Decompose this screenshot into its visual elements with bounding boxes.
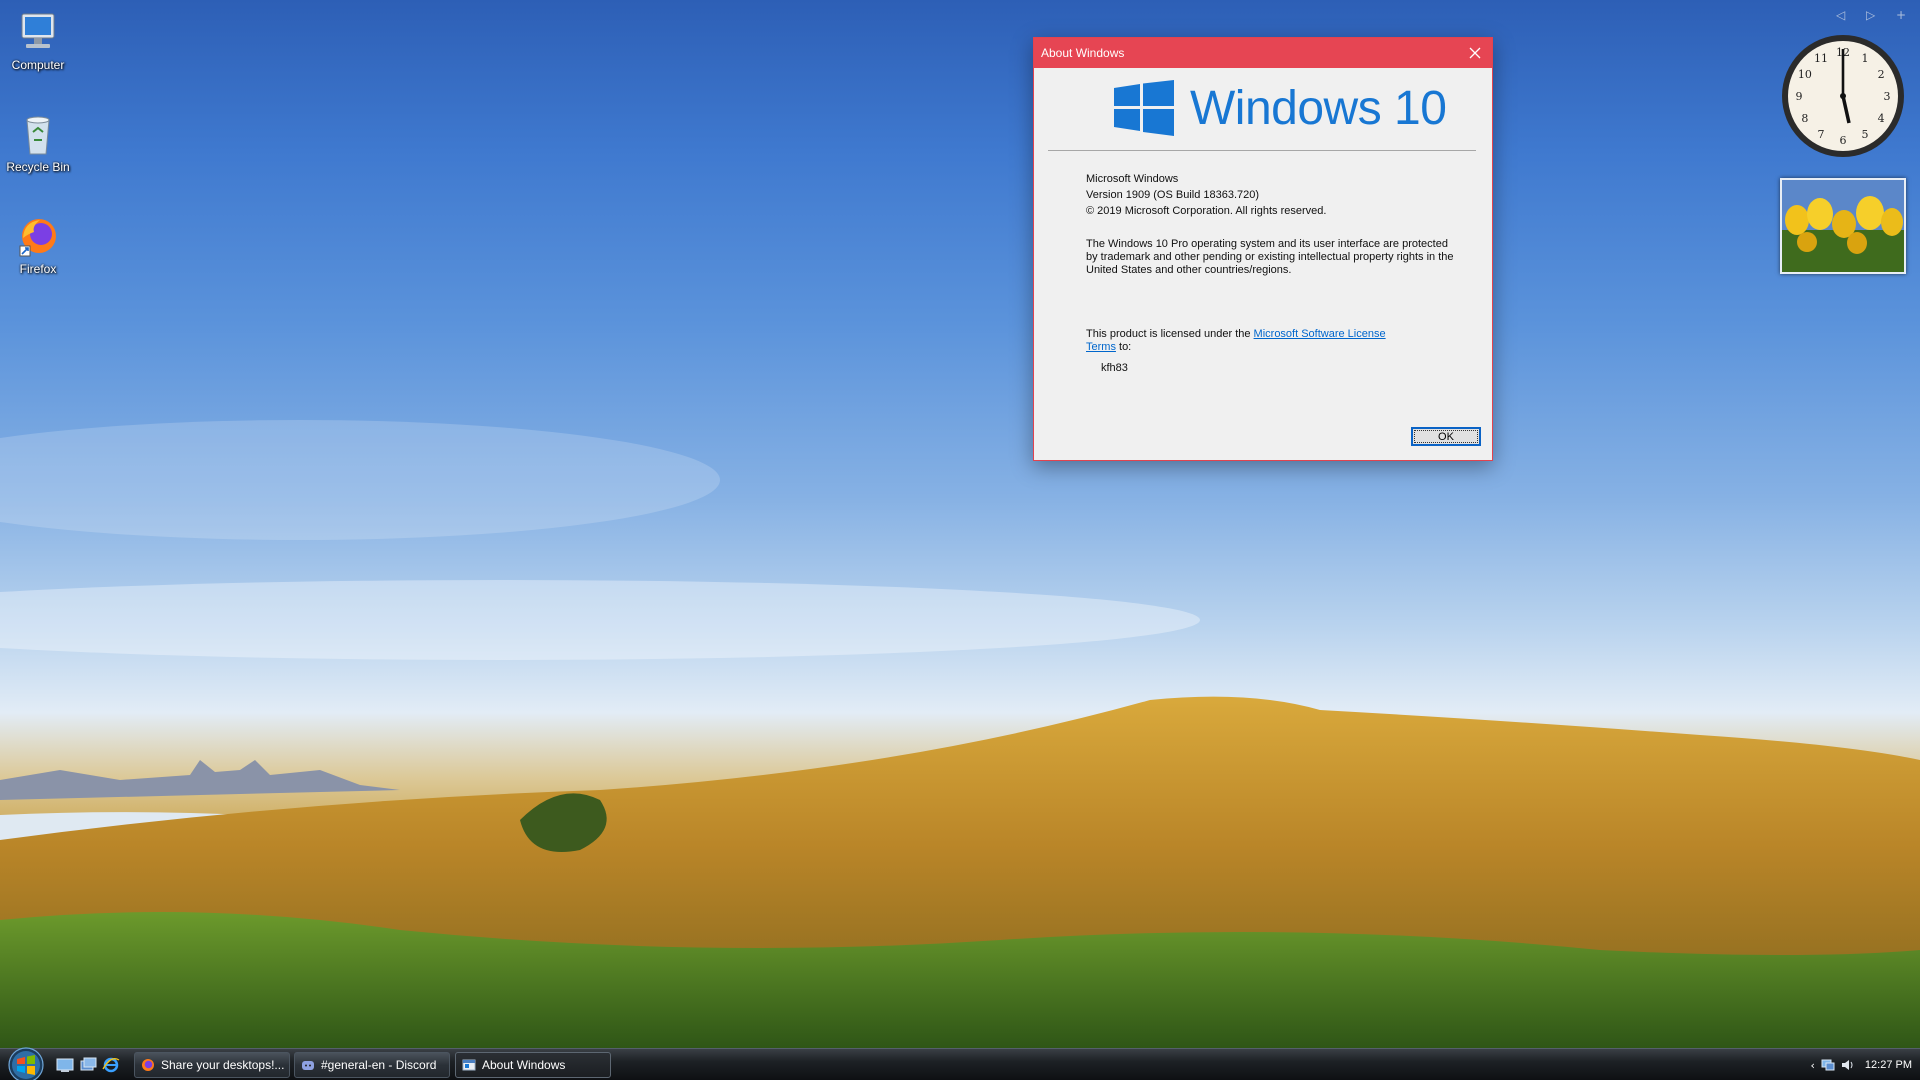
show-desktop-icon[interactable]	[56, 1057, 74, 1073]
computer-icon	[21, 13, 55, 48]
windows-10-wordmark: Windows 10	[1190, 81, 1447, 135]
clock-numeral: 10	[1798, 68, 1812, 81]
desktop-icon-recycle-bin[interactable]: Recycle Bin	[4, 110, 72, 174]
clock-numeral: 1	[1862, 52, 1869, 65]
clock-numeral: 7	[1818, 128, 1825, 141]
desktop-icon-label: Computer	[11, 58, 65, 72]
product-name: Microsoft Windows	[1086, 173, 1179, 185]
desktop-icon-label: Recycle Bin	[6, 160, 70, 174]
taskbar-button-label: #general-en - Discord	[321, 1058, 437, 1072]
wallpaper	[0, 420, 1920, 1050]
volume-icon[interactable]	[1841, 1058, 1855, 1072]
network-icon[interactable]	[1821, 1058, 1835, 1072]
desktop-icon-firefox[interactable]: Firefox	[4, 212, 72, 276]
firefox-icon	[19, 219, 56, 257]
window-icon	[462, 1059, 476, 1071]
close-icon	[1469, 47, 1481, 59]
taskbar: Share your desktops!... #general-en - Di…	[0, 1045, 1920, 1080]
windows-logo-icon	[1114, 80, 1174, 136]
start-button[interactable]	[6, 1045, 46, 1080]
clock-numeral: 11	[1814, 52, 1828, 65]
recycle-bin-icon	[26, 116, 50, 155]
version-info: Version 1909 (OS Build 18363.720)	[1086, 189, 1260, 201]
clock-numeral: 5	[1862, 128, 1869, 141]
license-prefix: This product is licensed under the	[1086, 328, 1254, 340]
desktop-icon-label: Firefox	[19, 262, 57, 276]
next-gadget-icon[interactable]: ▷	[1866, 8, 1875, 22]
dialog-titlebar[interactable]: About Windows	[1034, 38, 1492, 68]
desktop: Computer Recycle Bin Firefox ◁ ▷ + 12123…	[0, 0, 1920, 1080]
ok-button[interactable]: OK	[1411, 427, 1481, 446]
system-tray: ‹ 12:27 PM	[1800, 1049, 1920, 1080]
desktop-icon-computer[interactable]: Computer	[4, 8, 72, 72]
previous-gadget-icon[interactable]: ◁	[1836, 8, 1845, 22]
taskbar-button-label: About Windows	[482, 1058, 566, 1072]
close-button[interactable]	[1458, 38, 1492, 68]
windows-logo-block: Windows 10	[1114, 80, 1447, 136]
legal-notice: The Windows 10 Pro operating system and …	[1086, 238, 1454, 276]
taskbar-button-firefox[interactable]: Share your desktops!...	[134, 1052, 290, 1078]
licensee-name: kfh83	[1101, 362, 1128, 374]
firefox-icon	[142, 1059, 154, 1071]
switch-windows-icon[interactable]	[79, 1057, 97, 1073]
discord-icon	[302, 1061, 314, 1070]
show-hidden-icons-chevron-icon[interactable]: ‹	[1811, 1059, 1815, 1072]
clock-numeral: 8	[1801, 112, 1808, 125]
clock-gadget[interactable]: 121234567891011	[1780, 33, 1906, 159]
taskbar-button-label: Share your desktops!...	[161, 1058, 285, 1072]
slideshow-gadget[interactable]	[1780, 178, 1906, 274]
internet-explorer-icon[interactable]	[102, 1057, 120, 1073]
dialog-body: Windows 10 Microsoft Windows Version 190…	[1034, 68, 1492, 460]
clock-numeral: 3	[1884, 90, 1891, 103]
taskbar-button-discord[interactable]: #general-en - Discord	[294, 1052, 450, 1078]
clock-numeral: 4	[1878, 112, 1885, 125]
clock-numeral: 9	[1796, 90, 1803, 103]
clock-numeral: 2	[1878, 68, 1885, 81]
taskbar-button-about-windows[interactable]: About Windows	[455, 1052, 611, 1078]
license-suffix: to:	[1115, 341, 1132, 353]
tray-clock[interactable]: 12:27 PM	[1865, 1059, 1912, 1071]
tulips-image	[1782, 180, 1904, 272]
divider	[1048, 150, 1476, 151]
license-statement: This product is licensed under the Micro…	[1086, 328, 1416, 354]
clock-center-pin	[1840, 93, 1846, 99]
dialog-title: About Windows	[1041, 46, 1125, 60]
clock-numeral: 6	[1840, 134, 1847, 147]
copyright-text: © 2019 Microsoft Corporation. All rights…	[1086, 205, 1327, 217]
gadget-toolbar: ◁ ▷ +	[1836, 6, 1906, 24]
add-gadget-icon[interactable]: +	[1896, 8, 1906, 22]
about-windows-dialog: About Windows Windows 10 Microsoft Windo…	[1033, 37, 1493, 461]
